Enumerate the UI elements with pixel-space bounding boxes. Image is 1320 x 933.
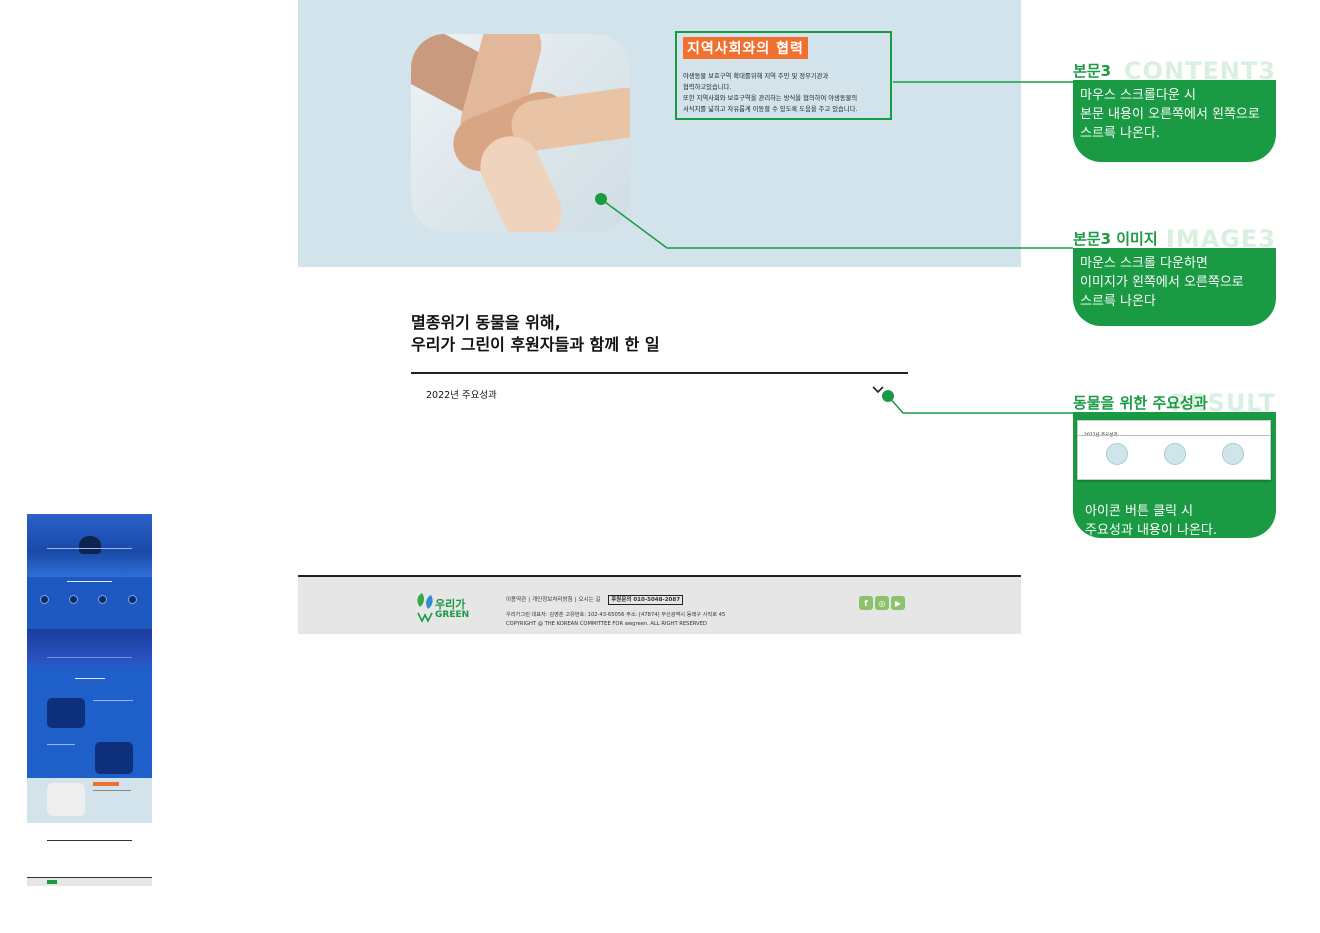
results-preview: 2022년 주요성과	[1077, 420, 1271, 480]
result-icon	[1222, 443, 1244, 465]
footer-links: 이용약관 | 개인정보처리방침 | 오시는 길 후원문의 010-5048-2087	[506, 595, 684, 605]
callout-title: 동물을 위한 주요성과	[1073, 394, 1208, 412]
content3-textbox: 지역사회와의 협력 야생동물 보호구역 확대를위해 지역 주민 및 정부기관과 …	[675, 31, 892, 120]
facebook-icon[interactable]: f	[859, 596, 873, 610]
result-icon	[1106, 443, 1128, 465]
footer-info: 우리가그린 대표자: 김영훈 고유번호: 102-43-65056 주소: [4…	[506, 612, 726, 627]
callout-description: 아이콘 버튼 클릭 시 주요성과 내용이 나온다.	[1085, 504, 1217, 538]
callout-content3: CONTENT3 본문3 마우스 스크롤다운 시 본문 내용이 오른쪽에서 왼쪽…	[1073, 57, 1276, 162]
page-mockup: 지역사회와의 협력 야생동물 보호구역 확대를위해 지역 주민 및 정부기관과 …	[298, 0, 1021, 634]
terms-link[interactable]: 이용약관	[506, 597, 526, 603]
logo-english: GREEN	[435, 610, 470, 620]
footer-logo[interactable]: 우리가 GREEN	[415, 591, 475, 625]
thumb-section3	[27, 666, 152, 778]
callout-description: 마운스 스크롤 다운하면 이미지가 왼쪽에서 오른쪽으로 스르륵 나온다	[1073, 248, 1276, 326]
youtube-icon[interactable]: ▶	[891, 596, 905, 610]
callout-ghost-text: IMAGE3	[1165, 225, 1276, 253]
thumb-footer	[27, 877, 152, 886]
thumb-section4	[27, 778, 152, 823]
callout-image3: IMAGE3 본문3 이미지 마운스 스크롤 다운하면 이미지가 왼쪽에서 오른…	[1073, 225, 1276, 326]
callout-description: 마우스 스크롤다운 시 본문 내용이 오른쪽에서 왼쪽으로 스르륵 나온다.	[1073, 80, 1276, 162]
accordion-label[interactable]: 2022년 주요성과	[426, 387, 497, 401]
hotline-badge[interactable]: 후원문의 010-5048-2087	[608, 595, 684, 605]
callout-title: 본문3 이미지	[1073, 230, 1158, 248]
callout-ghost-text: CONTENT3	[1123, 57, 1276, 85]
thumb-section2	[27, 629, 152, 666]
directions-link[interactable]: 오시는 길	[578, 597, 600, 603]
callout-results: RESULT 동물을 위한 주요성과 2022년 주요성과 아이콘 버튼 클릭 …	[1073, 389, 1276, 538]
content3-image	[411, 34, 630, 232]
privacy-link[interactable]: 개인정보처리방침	[532, 597, 572, 603]
leaf-logo-icon	[417, 593, 433, 623]
instagram-icon[interactable]: ◎	[875, 596, 889, 610]
callout-title: 본문3	[1073, 62, 1112, 80]
divider	[411, 372, 908, 374]
content3-body: 야생동물 보호구역 확대를위해 지역 주민 및 정부기관과 협력하고있습니다. …	[683, 73, 858, 113]
chevron-down-icon[interactable]	[871, 384, 885, 396]
page-thumbnail	[27, 514, 152, 886]
thumb-rule	[47, 840, 132, 841]
callout-bubble: 2022년 주요성과 아이콘 버튼 클릭 시 주요성과 내용이 나온다.	[1073, 412, 1276, 538]
result-icon	[1164, 443, 1186, 465]
content3-section: 지역사회와의 협력 야생동물 보호구역 확대를위해 지역 주민 및 정부기관과 …	[298, 0, 1021, 267]
content3-title: 지역사회와의 협력	[683, 37, 808, 59]
thumb-section1	[27, 577, 152, 629]
thumb-hero	[27, 514, 152, 577]
footer: 우리가 GREEN 이용약관 | 개인정보처리방침 | 오시는 길 후원문의 010-5…	[298, 575, 1021, 634]
social-links: f ◎ ▶	[859, 596, 905, 610]
achievements-headline: 멸종위기 동물을 위해, 우리가 그린이 후원자들과 함께 한 일	[411, 313, 660, 354]
